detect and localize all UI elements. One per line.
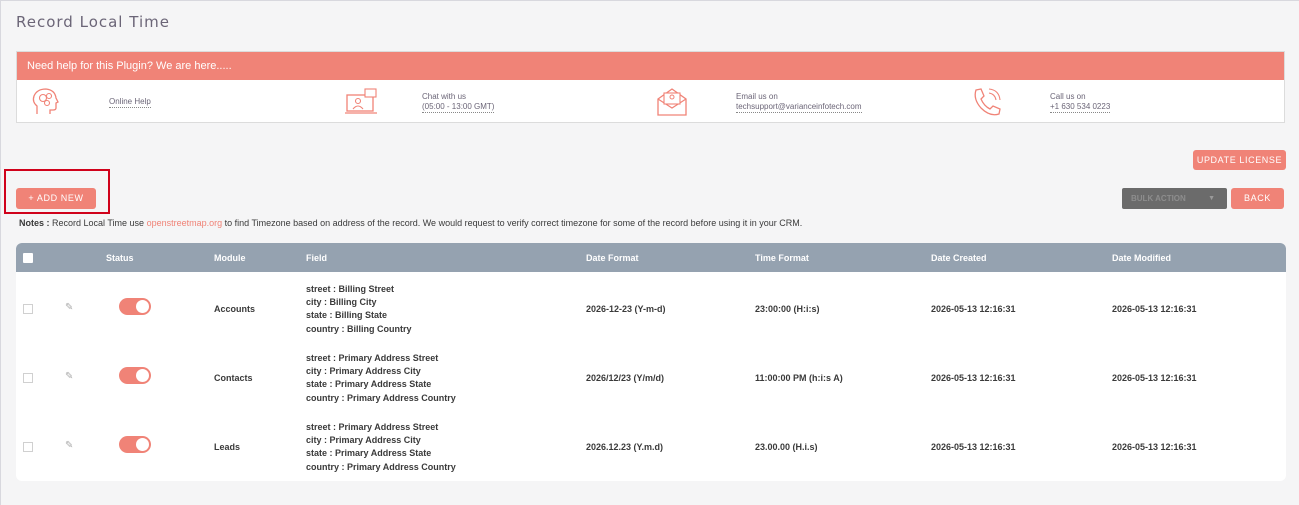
date-created-cell: 2026-05-13 12:16:31	[931, 442, 1016, 452]
field-cell: street : Primary Address Street city : P…	[306, 353, 456, 403]
date-format-cell: 2026/12/23 (Y/m/d)	[586, 373, 665, 383]
date-modified-cell: 2026-05-13 12:16:31	[1112, 442, 1197, 452]
help-item-chat[interactable]: Chat with us (05:00 - 13:00 GMT)	[344, 86, 495, 118]
pencil-icon[interactable]: ✎	[65, 440, 75, 452]
date-modified-cell: 2026-05-13 12:16:31	[1112, 304, 1197, 314]
table-header: Status Module Field Date Format Time For…	[16, 243, 1286, 272]
row-checkbox[interactable]	[23, 373, 33, 383]
time-format-cell: 23.00.00 (H.i.s)	[755, 442, 818, 452]
help-row: Online Help Chat with us (05:00 - 13:00 …	[17, 80, 1284, 122]
date-created-cell: 2026-05-13 12:16:31	[931, 304, 1016, 314]
header-time-format[interactable]: Time Format	[755, 253, 809, 263]
pencil-icon[interactable]: ✎	[65, 302, 75, 314]
notes-prefix: Record Local Time use	[49, 218, 147, 228]
help-box: Need help for this Plugin? We are here..…	[16, 51, 1285, 123]
header-date-created[interactable]: Date Created	[931, 253, 987, 263]
records-table: Status Module Field Date Format Time For…	[16, 243, 1286, 481]
row-checkbox[interactable]	[23, 304, 33, 314]
help-item-email[interactable]: Email us on techsupport@varianceinfotech…	[656, 86, 862, 118]
chat-link[interactable]: Chat with us (05:00 - 13:00 GMT)	[422, 92, 495, 113]
header-status[interactable]: Status	[106, 253, 134, 263]
status-toggle[interactable]	[119, 367, 151, 384]
module-cell: Contacts	[214, 373, 253, 383]
bulk-action-label: BULK ACTION	[1131, 194, 1186, 203]
row-checkbox[interactable]	[23, 442, 33, 452]
field-cell: street : Primary Address Street city : P…	[306, 422, 456, 472]
chevron-down-icon: ▼	[1208, 195, 1215, 202]
time-format-cell: 23:00:00 (H:i:s)	[755, 304, 820, 314]
notes-suffix: to find Timezone based on address of the…	[222, 218, 803, 228]
table-row: ✎ Contacts street : Primary Address Stre…	[16, 343, 1286, 412]
openstreetmap-link[interactable]: openstreetmap.org	[147, 218, 223, 228]
bulk-action-dropdown[interactable]: BULK ACTION ▼	[1122, 188, 1227, 209]
add-new-button[interactable]: + ADD NEW	[16, 188, 96, 209]
help-item-call[interactable]: Call us on +1 630 534 0223	[970, 86, 1111, 118]
brain-head-icon	[32, 88, 59, 114]
page-title: Record Local Time	[16, 13, 170, 31]
update-license-button[interactable]: UPDATE LICENSE	[1193, 150, 1286, 170]
table-row: ✎ Leads street : Primary Address Street …	[16, 412, 1286, 481]
table-row: ✎ Accounts street : Billing Street city …	[16, 274, 1286, 343]
date-format-cell: 2026-12-23 (Y-m-d)	[586, 304, 666, 314]
monitor-chat-icon	[345, 88, 377, 114]
back-button[interactable]: BACK	[1231, 188, 1284, 209]
phone-icon	[974, 88, 1001, 116]
date-modified-cell: 2026-05-13 12:16:31	[1112, 373, 1197, 383]
date-format-cell: 2026.12.23 (Y.m.d)	[586, 442, 664, 452]
notes-label: Notes :	[19, 218, 50, 228]
header-field[interactable]: Field	[306, 253, 327, 263]
time-format-cell: 11:00:00 PM (h:i:s A)	[755, 373, 843, 383]
header-date-modified[interactable]: Date Modified	[1112, 253, 1171, 263]
header-module[interactable]: Module	[214, 253, 246, 263]
module-cell: Leads	[214, 442, 241, 452]
help-banner: Need help for this Plugin? We are here..…	[17, 52, 1284, 80]
help-item-online[interactable]: Online Help	[29, 86, 151, 118]
notes-text: Notes : Record Local Time use openstreet…	[19, 218, 802, 228]
header-date-format[interactable]: Date Format	[586, 253, 639, 263]
online-help-link[interactable]: Online Help	[109, 97, 151, 108]
date-created-cell: 2026-05-13 12:16:31	[931, 373, 1016, 383]
envelope-icon	[657, 88, 687, 116]
call-link[interactable]: Call us on +1 630 534 0223	[1050, 92, 1111, 113]
pencil-icon[interactable]: ✎	[65, 371, 75, 383]
select-all-checkbox[interactable]	[23, 253, 33, 263]
status-toggle[interactable]	[119, 436, 151, 453]
email-link[interactable]: Email us on techsupport@varianceinfotech…	[736, 92, 862, 113]
module-cell: Accounts	[214, 304, 256, 314]
field-cell: street : Billing Street city : Billing C…	[306, 284, 412, 334]
status-toggle[interactable]	[119, 298, 151, 315]
